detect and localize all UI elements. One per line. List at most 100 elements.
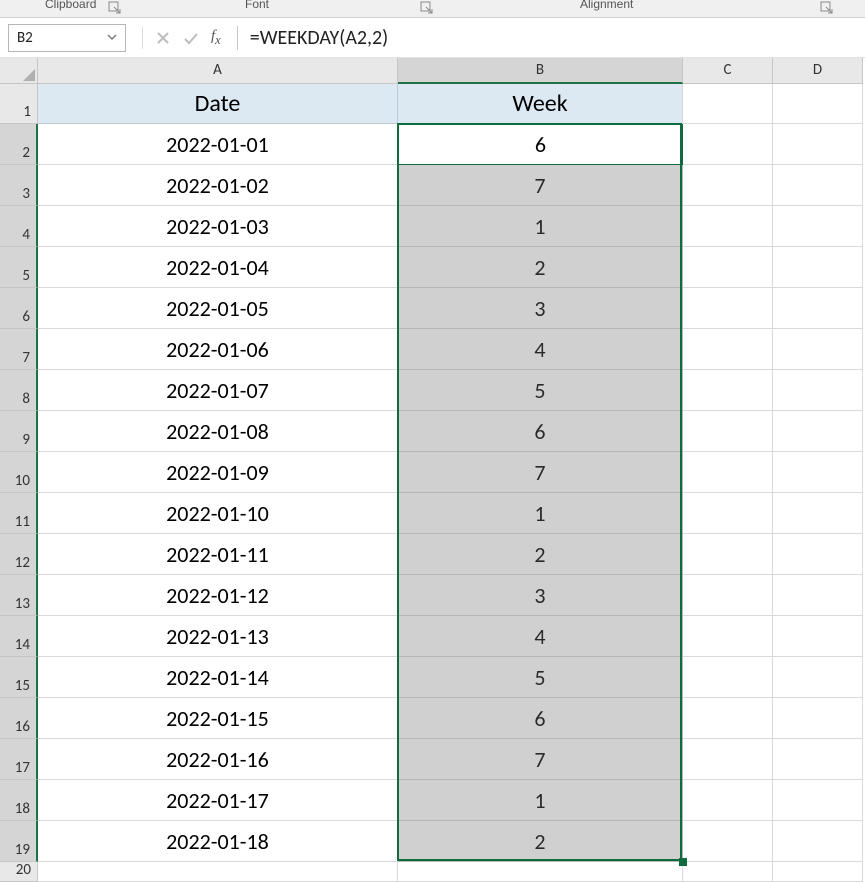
cell[interactable]: 7 bbox=[398, 165, 683, 206]
cell[interactable] bbox=[683, 616, 773, 657]
cell[interactable]: 2022-01-06 bbox=[38, 329, 398, 370]
row-header-10[interactable]: 10 bbox=[0, 452, 38, 493]
row-header-18[interactable]: 18 bbox=[0, 780, 38, 821]
row-header-2[interactable]: 2 bbox=[0, 124, 38, 165]
cell[interactable]: 1 bbox=[398, 780, 683, 821]
formula-input[interactable] bbox=[244, 24, 857, 52]
cell[interactable]: 6 bbox=[398, 698, 683, 739]
row-header-16[interactable]: 16 bbox=[0, 698, 38, 739]
cell[interactable]: 2022-01-07 bbox=[38, 370, 398, 411]
cell[interactable]: 2022-01-18 bbox=[38, 821, 398, 862]
select-all-triangle[interactable] bbox=[0, 58, 38, 84]
cell[interactable]: Week bbox=[398, 84, 683, 124]
cell[interactable]: Date bbox=[38, 84, 398, 124]
cell[interactable]: 6 bbox=[398, 411, 683, 452]
cell[interactable] bbox=[683, 124, 773, 165]
cell[interactable]: 2022-01-12 bbox=[38, 575, 398, 616]
cell[interactable] bbox=[773, 780, 863, 821]
row-header-3[interactable]: 3 bbox=[0, 165, 38, 206]
dialog-launcher-icon[interactable] bbox=[420, 1, 434, 15]
cell[interactable] bbox=[773, 206, 863, 247]
row-header-14[interactable]: 14 bbox=[0, 616, 38, 657]
cell[interactable] bbox=[683, 370, 773, 411]
column-header-D[interactable]: D bbox=[773, 58, 863, 84]
cell[interactable]: 7 bbox=[398, 452, 683, 493]
cell[interactable]: 2022-01-05 bbox=[38, 288, 398, 329]
cell[interactable]: 3 bbox=[398, 288, 683, 329]
cell[interactable] bbox=[773, 657, 863, 698]
cell[interactable] bbox=[773, 288, 863, 329]
fill-handle[interactable] bbox=[679, 858, 687, 866]
row-header-7[interactable]: 7 bbox=[0, 329, 38, 370]
row-headers[interactable]: 1234567891011121314151617181920 bbox=[0, 84, 38, 882]
cell[interactable]: 1 bbox=[398, 206, 683, 247]
cell[interactable]: 2022-01-02 bbox=[38, 165, 398, 206]
cell[interactable] bbox=[773, 411, 863, 452]
row-header-19[interactable]: 19 bbox=[0, 821, 38, 862]
cells-area[interactable]: DateWeek2022-01-0162022-01-0272022-01-03… bbox=[38, 84, 863, 882]
cell[interactable]: 2022-01-04 bbox=[38, 247, 398, 288]
cell[interactable]: 7 bbox=[398, 739, 683, 780]
row-header-15[interactable]: 15 bbox=[0, 657, 38, 698]
cell[interactable]: 4 bbox=[398, 329, 683, 370]
row-header-6[interactable]: 6 bbox=[0, 288, 38, 329]
chevron-down-icon[interactable] bbox=[107, 29, 117, 47]
cell[interactable] bbox=[773, 247, 863, 288]
cell[interactable] bbox=[773, 165, 863, 206]
cell[interactable]: 2022-01-08 bbox=[38, 411, 398, 452]
cell[interactable] bbox=[773, 493, 863, 534]
cancel-icon[interactable] bbox=[155, 30, 171, 46]
dialog-launcher-icon[interactable] bbox=[108, 1, 122, 15]
cell[interactable] bbox=[683, 862, 773, 882]
cell[interactable] bbox=[683, 84, 773, 124]
column-header-A[interactable]: A bbox=[38, 58, 398, 84]
cell[interactable] bbox=[683, 411, 773, 452]
cell[interactable] bbox=[683, 698, 773, 739]
cell[interactable] bbox=[773, 84, 863, 124]
cell[interactable]: 5 bbox=[398, 657, 683, 698]
cell[interactable] bbox=[683, 329, 773, 370]
column-header-C[interactable]: C bbox=[683, 58, 773, 84]
cell[interactable] bbox=[683, 288, 773, 329]
active-cell[interactable]: 6 bbox=[398, 124, 683, 165]
cell[interactable] bbox=[773, 616, 863, 657]
cell[interactable] bbox=[683, 575, 773, 616]
row-header-9[interactable]: 9 bbox=[0, 411, 38, 452]
cell[interactable]: 2022-01-01 bbox=[38, 124, 398, 165]
cell[interactable] bbox=[773, 862, 863, 882]
dialog-launcher-icon[interactable] bbox=[820, 1, 834, 15]
row-header-1[interactable]: 1 bbox=[0, 84, 38, 124]
cell[interactable] bbox=[38, 862, 398, 882]
cell[interactable]: 4 bbox=[398, 616, 683, 657]
cell[interactable]: 2022-01-03 bbox=[38, 206, 398, 247]
cell[interactable] bbox=[683, 493, 773, 534]
enter-icon[interactable] bbox=[183, 30, 199, 46]
cell[interactable]: 5 bbox=[398, 370, 683, 411]
column-headers[interactable]: ABCD bbox=[38, 58, 863, 84]
cell[interactable] bbox=[398, 862, 683, 882]
row-header-11[interactable]: 11 bbox=[0, 493, 38, 534]
cell[interactable]: 2022-01-09 bbox=[38, 452, 398, 493]
cell[interactable] bbox=[773, 329, 863, 370]
cell[interactable] bbox=[773, 821, 863, 862]
row-header-20[interactable]: 20 bbox=[0, 862, 38, 882]
cell[interactable]: 2022-01-16 bbox=[38, 739, 398, 780]
column-header-B[interactable]: B bbox=[398, 58, 683, 84]
cell[interactable] bbox=[773, 698, 863, 739]
cell[interactable]: 2022-01-11 bbox=[38, 534, 398, 575]
row-header-8[interactable]: 8 bbox=[0, 370, 38, 411]
row-header-4[interactable]: 4 bbox=[0, 206, 38, 247]
cell[interactable]: 2 bbox=[398, 821, 683, 862]
cell[interactable]: 2022-01-15 bbox=[38, 698, 398, 739]
cell[interactable] bbox=[773, 370, 863, 411]
cell[interactable] bbox=[683, 821, 773, 862]
cell[interactable] bbox=[683, 739, 773, 780]
cell[interactable] bbox=[683, 165, 773, 206]
row-header-5[interactable]: 5 bbox=[0, 247, 38, 288]
cell[interactable] bbox=[773, 575, 863, 616]
cell[interactable]: 1 bbox=[398, 493, 683, 534]
row-header-12[interactable]: 12 bbox=[0, 534, 38, 575]
cell[interactable]: 2022-01-14 bbox=[38, 657, 398, 698]
cell[interactable] bbox=[773, 124, 863, 165]
name-box[interactable]: B2 bbox=[8, 24, 126, 52]
